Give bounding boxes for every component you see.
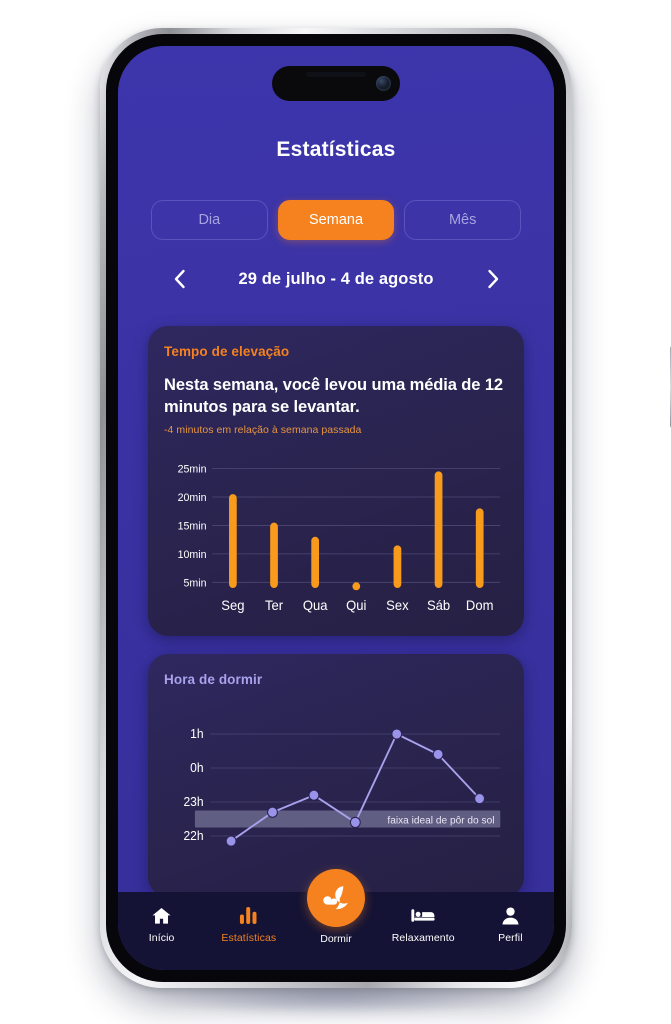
nav-label-perfil: Perfil xyxy=(498,932,523,944)
svg-text:Qua: Qua xyxy=(303,598,328,613)
line-chart-svg: 22h 23h 0h 1h faixa ideal de pôr do sol xyxy=(183,727,501,847)
home-icon xyxy=(151,905,172,926)
nav-item-perfil[interactable]: Perfil xyxy=(467,905,554,944)
card-title-tempo-de-elevacao: Tempo de elevação xyxy=(164,344,290,359)
svg-text:Sáb: Sáb xyxy=(427,598,450,613)
bar-chart-icon xyxy=(239,905,258,926)
nav-item-inicio[interactable]: Início xyxy=(118,905,205,944)
rise-time-headline: Nesta semana, você levou uma média de 12… xyxy=(164,376,503,416)
page-title: Estatísticas xyxy=(276,138,396,161)
nav-label-relaxamento: Relaxamento xyxy=(391,932,455,944)
svg-text:Dom: Dom xyxy=(466,598,494,613)
date-range-label: 29 de julho - 4 de agosto xyxy=(238,269,434,288)
rise-time-subnote: -4 minutos em relação à semana passada xyxy=(164,423,362,436)
app-screen-statistics: Estatísticas Dia Semana Mês 29 de julho … xyxy=(118,46,554,970)
period-option-mes[interactable]: Mês xyxy=(404,200,522,240)
svg-text:Qui: Qui xyxy=(346,598,366,613)
chevron-left-icon xyxy=(174,269,185,289)
chevron-right-icon xyxy=(487,269,498,289)
svg-text:5min: 5min xyxy=(184,577,207,589)
earpiece-speaker xyxy=(306,72,366,77)
period-selector: Dia Semana Mês xyxy=(151,200,522,240)
bar-chart-svg: 5min 10min 15min 20min 25min Seg Ter Qua Qui Sex S… xyxy=(178,463,501,613)
dynamic-island xyxy=(272,66,400,101)
svg-text:22h: 22h xyxy=(183,829,203,843)
nav-item-estatisticas[interactable]: Estatísticas xyxy=(205,905,292,944)
card-title-hora-de-dormir: Hora de dormir xyxy=(164,671,263,687)
bottom-navigation: Início Estatísticas Dormir Relaxamento P… xyxy=(118,869,554,970)
svg-text:20min: 20min xyxy=(178,492,207,504)
svg-text:25min: 25min xyxy=(178,463,207,475)
moon-cloud-icon xyxy=(323,886,348,910)
svg-text:15min: 15min xyxy=(178,520,207,532)
nav-label-estatisticas: Estatísticas xyxy=(221,932,277,944)
svg-text:1h: 1h xyxy=(190,727,204,741)
line-chart-hora-de-dormir: 22h 23h 0h 1h faixa ideal de pôr do sol xyxy=(164,703,508,883)
svg-text:23h: 23h xyxy=(183,795,203,809)
svg-text:Ter: Ter xyxy=(265,598,284,613)
dormir-fab-button[interactable] xyxy=(307,869,365,927)
svg-text:10min: 10min xyxy=(178,549,207,561)
screenshot-stage: Estatísticas Dia Semana Mês 29 de julho … xyxy=(0,0,671,1024)
date-navigator: 29 de julho - 4 de agosto xyxy=(166,264,506,294)
phone-frame: Estatísticas Dia Semana Mês 29 de julho … xyxy=(100,28,671,988)
card-hora-de-dormir[interactable]: Hora de dormir 22h 23h 0h 1h faixa ideal de … xyxy=(148,653,524,897)
period-option-semana[interactable]: Semana xyxy=(277,200,395,240)
person-icon xyxy=(501,905,520,926)
svg-text:Sex: Sex xyxy=(386,598,409,613)
nav-label-dormir: Dormir xyxy=(320,933,352,945)
svg-text:0h: 0h xyxy=(190,761,204,775)
svg-text:faixa ideal de pôr do sol: faixa ideal de pôr do sol xyxy=(387,815,494,826)
svg-text:Seg: Seg xyxy=(221,598,244,613)
next-week-button[interactable] xyxy=(480,266,506,292)
period-option-dia[interactable]: Dia xyxy=(151,200,268,240)
bar-chart-tempo-de-elevacao: 5min 10min 15min 20min 25min Seg Ter Qua Qui Sex S… xyxy=(164,452,508,622)
bed-icon xyxy=(411,905,435,926)
phone-bezel: Estatísticas Dia Semana Mês 29 de julho … xyxy=(106,34,566,982)
card-tempo-de-elevacao[interactable]: Tempo de elevação Nesta semana, você lev… xyxy=(148,326,524,636)
front-camera-icon xyxy=(376,76,391,91)
phone-screen: Estatísticas Dia Semana Mês 29 de julho … xyxy=(118,46,554,970)
nav-label-inicio: Início xyxy=(148,932,175,944)
nav-item-relaxamento[interactable]: Relaxamento xyxy=(380,905,467,944)
prev-week-button[interactable] xyxy=(166,266,192,292)
